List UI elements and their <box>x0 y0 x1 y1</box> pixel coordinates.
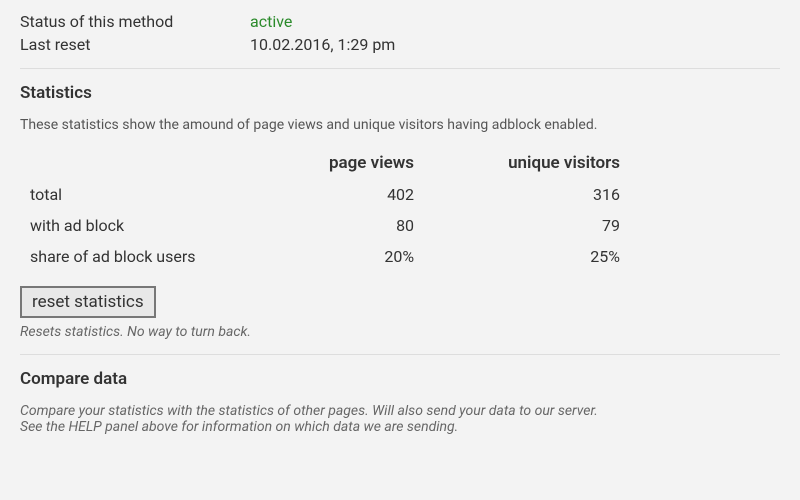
lastreset-row: Last reset 10.02.2016, 1:29 pm <box>20 35 780 54</box>
table-row: total 402 316 <box>20 179 630 210</box>
compare-description-line1: Compare your statistics with the statist… <box>20 403 780 419</box>
statistics-heading: Statistics <box>20 83 780 103</box>
statistics-description: These statistics show the amound of page… <box>20 117 780 133</box>
lastreset-label: Last reset <box>20 35 250 54</box>
table-row: share of ad block users 20% 25% <box>20 241 630 272</box>
statistics-table: page views unique visitors total 402 316… <box>20 147 630 272</box>
row-withab-pv: 80 <box>260 210 424 241</box>
status-label: Status of this method <box>20 12 250 31</box>
row-withab-uv: 79 <box>424 210 630 241</box>
status-value: active <box>250 12 292 31</box>
status-row: Status of this method active <box>20 12 780 31</box>
row-withab-label: with ad block <box>20 210 260 241</box>
row-total-pv: 402 <box>260 179 424 210</box>
row-total-uv: 316 <box>424 179 630 210</box>
compare-heading: Compare data <box>20 369 780 389</box>
divider <box>20 68 780 69</box>
row-share-uv: 25% <box>424 241 630 272</box>
col-blank <box>20 147 260 179</box>
col-uniquevisitors: unique visitors <box>424 147 630 179</box>
reset-note: Resets statistics. No way to turn back. <box>20 324 780 340</box>
compare-description-line2: See the HELP panel above for information… <box>20 419 780 435</box>
lastreset-value: 10.02.2016, 1:29 pm <box>250 35 395 54</box>
row-share-pv: 20% <box>260 241 424 272</box>
table-header-row: page views unique visitors <box>20 147 630 179</box>
col-pageviews: page views <box>260 147 424 179</box>
row-total-label: total <box>20 179 260 210</box>
table-row: with ad block 80 79 <box>20 210 630 241</box>
divider <box>20 354 780 355</box>
row-share-label: share of ad block users <box>20 241 260 272</box>
reset-statistics-button[interactable]: reset statistics <box>20 286 156 318</box>
